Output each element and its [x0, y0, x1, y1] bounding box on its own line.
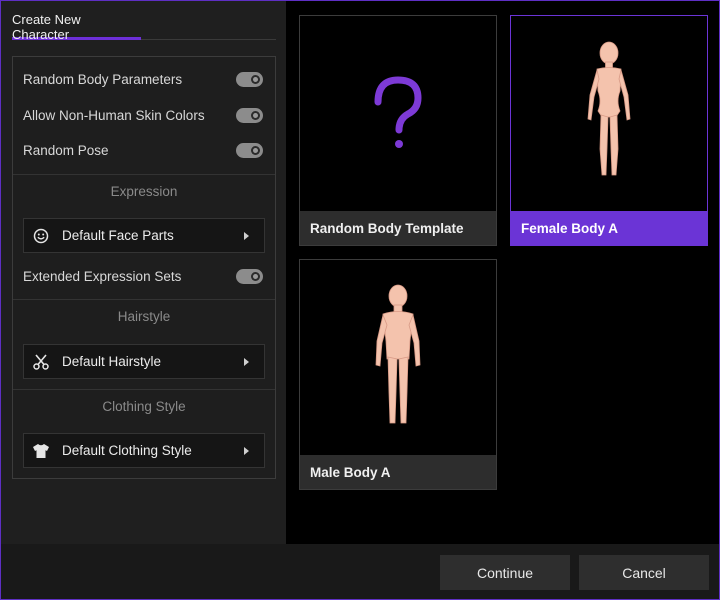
toggle-label: Random Pose — [23, 143, 109, 158]
toggle-switch[interactable] — [236, 108, 263, 123]
settings-panel: Create New Character Random Body Paramet… — [1, 1, 286, 544]
divider — [13, 174, 275, 175]
divider — [13, 299, 275, 300]
select-value: Default Clothing Style — [62, 443, 192, 458]
continue-button[interactable]: Continue — [440, 555, 570, 590]
question-mark-icon — [374, 75, 422, 148]
female-body-icon — [587, 41, 631, 175]
template-label: Female Body A — [511, 211, 707, 245]
template-card-female-body-a[interactable]: Female Body A — [510, 15, 708, 246]
toggle-label: Extended Expression Sets — [23, 269, 182, 284]
template-thumbnail — [511, 16, 707, 211]
smiley-icon — [32, 227, 50, 245]
chevron-right-icon — [244, 358, 249, 366]
section-title-hairstyle: Hairstyle — [117, 309, 171, 324]
toggle-row-random-body-parameters[interactable]: Random Body Parameters — [13, 62, 275, 97]
template-card-male-body-a[interactable]: Male Body A — [299, 259, 497, 490]
hairstyle-select[interactable]: Default Hairstyle — [23, 344, 265, 379]
toggle-label: Allow Non-Human Skin Colors — [23, 108, 205, 123]
template-label: Male Body A — [300, 455, 496, 489]
male-body-icon — [375, 284, 421, 423]
select-value: Default Hairstyle — [62, 354, 162, 369]
create-character-window: Create New Character Random Body Paramet… — [0, 0, 720, 600]
toggle-row-extended-expression-sets[interactable]: Extended Expression Sets — [13, 259, 275, 294]
template-label: Random Body Template — [300, 211, 496, 245]
select-value: Default Face Parts — [62, 228, 174, 243]
tab-bar: Create New Character — [12, 1, 276, 42]
toggle-row-allow-non-human-skin-colors[interactable]: Allow Non-Human Skin Colors — [13, 98, 275, 133]
section-title-expression: Expression — [110, 184, 178, 199]
chevron-right-icon — [244, 232, 249, 240]
footer-bar: Continue Cancel — [1, 544, 719, 599]
toggle-switch[interactable] — [236, 269, 263, 284]
shirt-icon — [32, 442, 50, 460]
toggle-row-random-pose[interactable]: Random Pose — [13, 133, 275, 168]
section-title-clothing-style: Clothing Style — [102, 399, 186, 414]
cancel-button[interactable]: Cancel — [579, 555, 709, 590]
divider — [13, 389, 275, 390]
toggle-label: Random Body Parameters — [23, 72, 183, 87]
template-gallery: Random Body Template Female Body A Male … — [286, 1, 719, 544]
chevron-right-icon — [244, 447, 249, 455]
settings-box: Random Body Parameters Allow Non-Human S… — [12, 56, 276, 479]
toggle-switch[interactable] — [236, 143, 263, 158]
toggle-switch[interactable] — [236, 72, 263, 87]
scissors-icon — [32, 353, 50, 371]
face-parts-select[interactable]: Default Face Parts — [23, 218, 265, 253]
tab-create-new-character[interactable]: Create New Character — [12, 1, 141, 42]
template-card-random[interactable]: Random Body Template — [299, 15, 497, 246]
template-thumbnail — [300, 260, 496, 455]
clothing-style-select[interactable]: Default Clothing Style — [23, 433, 265, 468]
template-thumbnail — [300, 16, 496, 211]
